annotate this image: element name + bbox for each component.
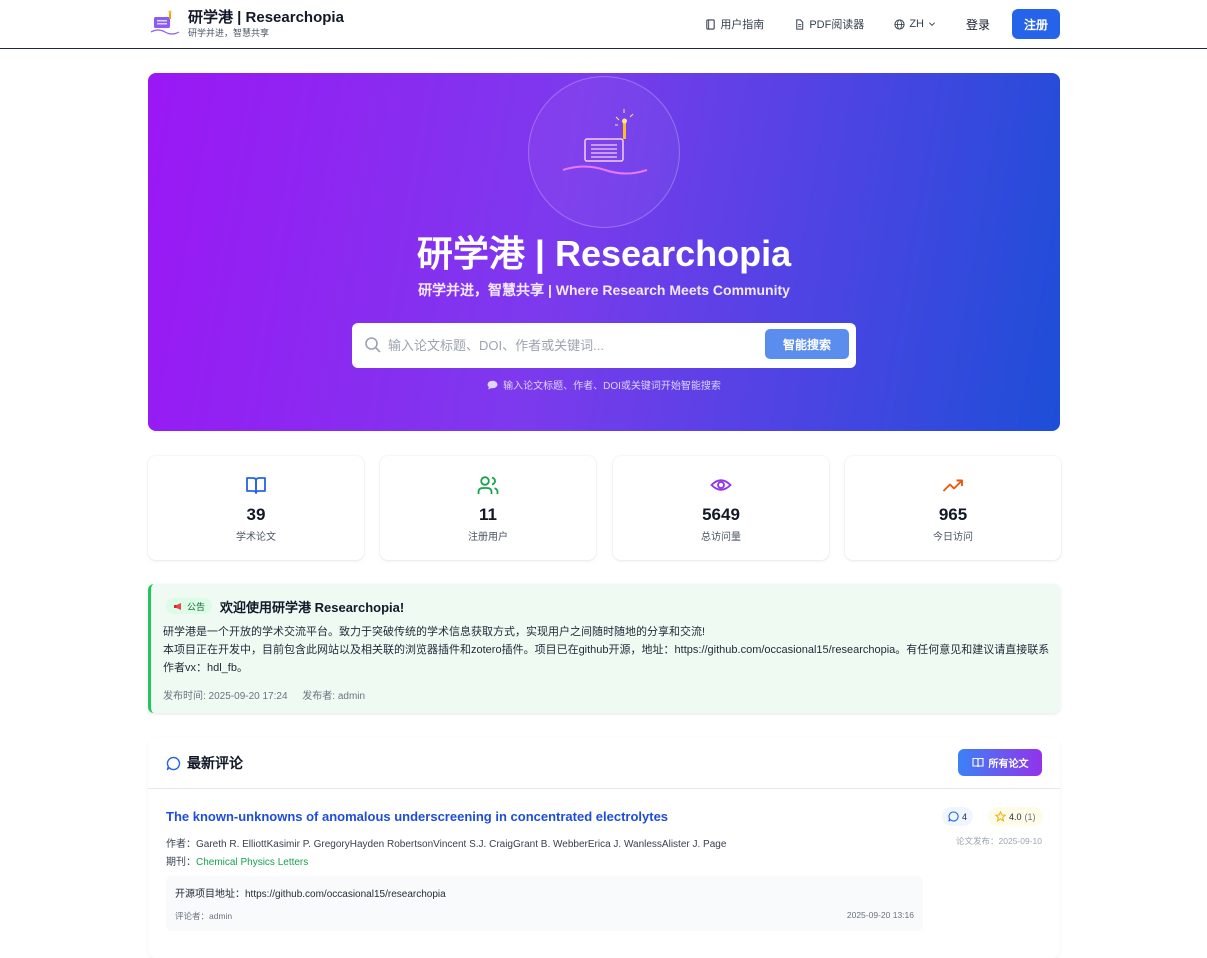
book-open-icon [246, 477, 266, 494]
announcement-published: 发布时间: 2025-09-20 17:24 [163, 691, 288, 702]
announcement-title: 欢迎使用研学港 Researchopia! [220, 600, 405, 615]
nav-pdf-reader-label: PDF阅读器 [809, 19, 865, 31]
comment-count-badge: 4 [942, 807, 974, 826]
eye-icon [710, 479, 732, 491]
comment-text: 开源项目地址：https://github.com/occasional15/r… [175, 889, 446, 900]
hero-title: 研学港 | Researchopia [416, 233, 792, 274]
stat-card-today-visits: 965 今日访问 [845, 456, 1061, 560]
language-selector[interactable]: ZH [894, 9, 936, 39]
stat-value: 5649 [702, 505, 740, 524]
comments-title: 最新评论 [166, 753, 243, 773]
announcement-body: 研学港是一个开放的学术交流平台。致力于突破传统的学术信息获取方式，实现用户之间随… [163, 623, 1051, 677]
book-open-icon [971, 757, 984, 768]
paper-published-date: 论文发布：2025-09-10 [956, 836, 1042, 846]
comment-count: 4 [962, 811, 968, 822]
chevron-down-icon [928, 22, 935, 26]
nav-user-guide-label: 用户指南 [720, 19, 765, 31]
rating-badge: 4.0 (1) [988, 807, 1043, 826]
announcement-line: 研学港是一个开放的学术交流平台。致力于突破传统的学术信息获取方式，实现用户之间随… [163, 626, 706, 638]
brand-title: 研学港 | Researchopia [188, 9, 344, 26]
stat-card-users: 11 注册用户 [380, 456, 596, 560]
search-bar: 智能搜索 [352, 323, 856, 368]
stat-label: 学术论文 [236, 532, 276, 543]
paper-authors: 作者：Gareth R. ElliottKasimir P. GregoryHa… [166, 835, 726, 850]
nav-menu: 用户指南 PDF阅读器 ZH 登录 注册 [675, 9, 1060, 39]
brand-subtitle: 研学并进，智慧共享 [188, 28, 270, 38]
search-icon [365, 337, 381, 353]
file-text-icon [796, 18, 804, 30]
stat-card-total-visits: 5649 总访问量 [613, 456, 829, 560]
journal-name: Chemical Physics Letters [196, 857, 309, 868]
paper-journal: 期刊：Chemical Physics Letters [166, 853, 308, 868]
register-button[interactable]: 注册 [1012, 9, 1060, 39]
hero-subtitle: 研学并进，智慧共享 | Where Research Meets Communi… [418, 282, 790, 298]
chat-bubble-icon [487, 380, 498, 389]
authors-label: 作者： [166, 839, 196, 850]
logo-icon [150, 8, 180, 38]
stat-value: 11 [479, 505, 497, 524]
announcement-meta: 发布时间: 2025-09-20 17:24 发布者: admin [163, 687, 377, 702]
message-circle-icon [166, 756, 181, 770]
nav-user-guide[interactable]: 用户指南 [705, 9, 764, 39]
message-circle-icon [948, 811, 959, 822]
stat-card-papers: 39 学术论文 [148, 456, 364, 560]
users-icon [477, 476, 499, 494]
all-papers-button[interactable]: 所有论文 [958, 749, 1042, 776]
star-icon [995, 811, 1006, 822]
stat-label: 总访问量 [701, 532, 741, 543]
announcement-line: 本项目正在开发中，目前包含此网站以及相关联的浏览器插件和zotero插件。项目已… [163, 644, 1050, 674]
comment-author: 评论者：admin [175, 911, 233, 921]
announcement-badge: 公告 [166, 598, 213, 614]
announcement-card: 公告 欢迎使用研学港 Researchopia! 研学港是一个开放的学术交流平台… [148, 584, 1060, 713]
megaphone-icon [174, 602, 181, 610]
language-label: ZH [909, 18, 924, 30]
brand[interactable]: 研学港 | Researchopia 研学并进，智慧共享 [150, 8, 344, 38]
book-icon [706, 18, 716, 30]
announcement-badge-label: 公告 [187, 601, 206, 612]
hero-banner: 研学港 | Researchopia 研学并进，智慧共享 | Where Res… [148, 73, 1060, 431]
comments-header: 最新评论 所有论文 [148, 738, 1060, 789]
smart-search-button[interactable]: 智能搜索 [765, 329, 849, 359]
hero-logo-icon [528, 76, 680, 228]
stat-value: 965 [938, 505, 968, 524]
comments-title-label: 最新评论 [187, 755, 243, 771]
search-input[interactable] [388, 335, 758, 355]
paper-title-link[interactable]: The known-unknowns of anomalous underscr… [166, 809, 668, 824]
journal-label: 期刊： [166, 857, 196, 868]
top-navbar: 研学港 | Researchopia 研学并进，智慧共享 用户指南 PDF阅读器… [0, 0, 1207, 49]
latest-comments-section: 最新评论 所有论文 The known-unknowns of anomalou… [148, 738, 1060, 958]
stat-label: 注册用户 [468, 532, 508, 543]
all-papers-label: 所有论文 [988, 759, 1029, 770]
nav-pdf-reader[interactable]: PDF阅读器 [794, 9, 864, 39]
rating-value: 4.0 [1009, 811, 1022, 822]
search-hint-text: 输入论文标题、作者、DOI或关键词开始智能搜索 [503, 381, 721, 392]
search-hint: 输入论文标题、作者、DOI或关键词开始智能搜索 [148, 377, 1060, 392]
trending-up-icon [942, 479, 963, 492]
rating-count: (1) [1024, 811, 1036, 822]
authors-value: Gareth R. ElliottKasimir P. GregoryHayde… [196, 839, 727, 850]
comment-time: 2025-09-20 13:16 [846, 910, 914, 920]
stat-value: 39 [246, 505, 266, 524]
stat-label: 今日访问 [933, 532, 973, 543]
login-button[interactable]: 登录 [966, 16, 990, 33]
comment-box: 开源项目地址：https://github.com/occasional15/r… [166, 876, 923, 931]
globe-icon [894, 18, 905, 30]
announcement-publisher: 发布者: admin [302, 691, 366, 702]
